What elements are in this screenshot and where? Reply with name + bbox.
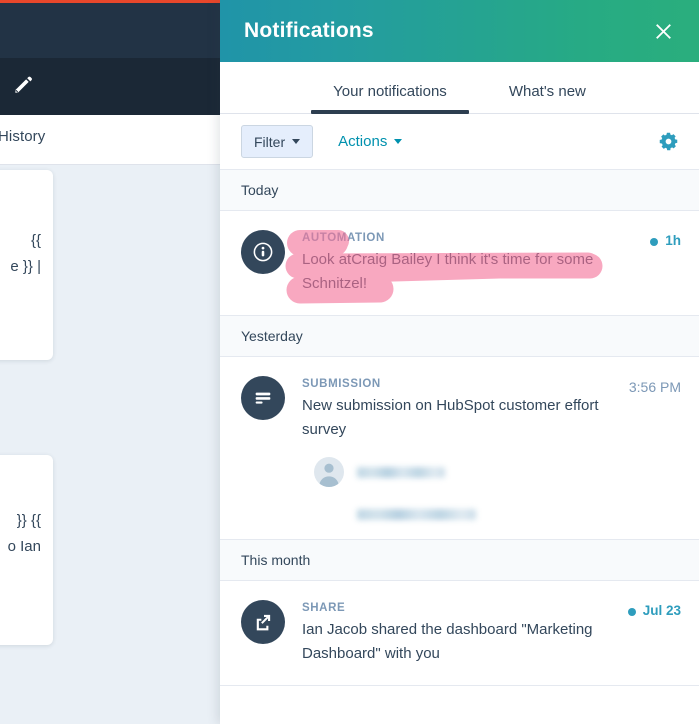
submission-detail (314, 457, 621, 520)
form-submission-icon (241, 376, 285, 420)
notifications-list[interactable]: Today AUTOMATION Look atCraig Bailey I t… (220, 170, 699, 724)
unread-dot-icon (627, 608, 636, 616)
notification-kind-label: SUBMISSION (302, 378, 381, 390)
panel-toolbar: Filter Actions (220, 114, 699, 170)
notification-body: SUBMISSION New submission on HubSpot cus… (302, 376, 621, 520)
card-2-line-1: }} {{ (16, 512, 41, 529)
actions-menu-button[interactable]: Actions (338, 133, 403, 150)
notification-body: SHARE Ian Jacob shared the dashboard "Ma… (302, 600, 620, 666)
info-icon (241, 230, 285, 274)
gear-icon[interactable] (655, 129, 681, 155)
notification-row[interactable]: SHARE Ian Jacob shared the dashboard "Ma… (220, 581, 699, 686)
group-header-yesterday: Yesterday (220, 316, 699, 357)
card-2-line-2: o Ian (7, 538, 41, 555)
group-header-today: Today (220, 170, 699, 211)
notification-message: New submission on HubSpot customer effor… (302, 397, 599, 438)
card-1-line-1: {{ (30, 232, 41, 249)
tab-whats-new[interactable]: What's new (493, 83, 602, 113)
notification-timestamp: Jul 23 (642, 603, 681, 618)
filter-button-label: Filter (254, 133, 286, 150)
notification-timestamp: 1h (665, 233, 681, 248)
filter-button[interactable]: Filter (241, 125, 314, 158)
redacted-contact-name (357, 466, 445, 478)
tab-your-notifications[interactable]: Your notifications (311, 83, 469, 114)
background-card-2-text: }} {{ o Ian (8, 508, 41, 560)
notification-timestamp: 3:56 PM (628, 379, 681, 395)
unread-dot-icon (650, 238, 659, 246)
redacted-detail-line (357, 509, 476, 520)
background-card-1-text: {{ e }} | (10, 228, 41, 280)
notification-row[interactable]: AUTOMATION Look atCraig Bailey I think i… (220, 211, 699, 316)
notification-row[interactable]: SUBMISSION New submission on HubSpot cus… (220, 357, 699, 540)
panel-tabs: Your notifications What's new (220, 62, 699, 114)
notification-meta: 3:56 PM (629, 376, 681, 520)
notification-message: Ian Jacob shared the dashboard "Marketin… (302, 621, 593, 662)
notification-kind-label: AUTOMATION (302, 232, 385, 244)
external-link-icon (241, 600, 285, 644)
group-header-this-month: This month (220, 540, 699, 581)
history-tab[interactable]: History (0, 128, 45, 145)
notification-meta: 1h (650, 230, 681, 296)
card-1-line-2: e }} | (10, 258, 41, 275)
notification-meta: Jul 23 (627, 600, 681, 666)
chevron-down-icon (292, 139, 301, 144)
panel-header: Notifications (220, 0, 699, 62)
notification-body: AUTOMATION Look atCraig Bailey I think i… (302, 230, 642, 296)
person-avatar-icon (314, 457, 344, 487)
chevron-down-icon (394, 139, 403, 144)
notification-message: Look atCraig Bailey I think it's time fo… (302, 251, 594, 292)
notifications-panel: Notifications Your notifications What's … (220, 0, 699, 724)
app-navbar (0, 3, 220, 58)
submission-contact-row (314, 457, 621, 487)
actions-menu-label: Actions (338, 133, 388, 150)
notification-kind-label: SHARE (302, 602, 346, 614)
close-icon[interactable] (648, 16, 678, 46)
page-title: Notifications (244, 19, 374, 42)
pencil-icon[interactable] (12, 74, 34, 96)
